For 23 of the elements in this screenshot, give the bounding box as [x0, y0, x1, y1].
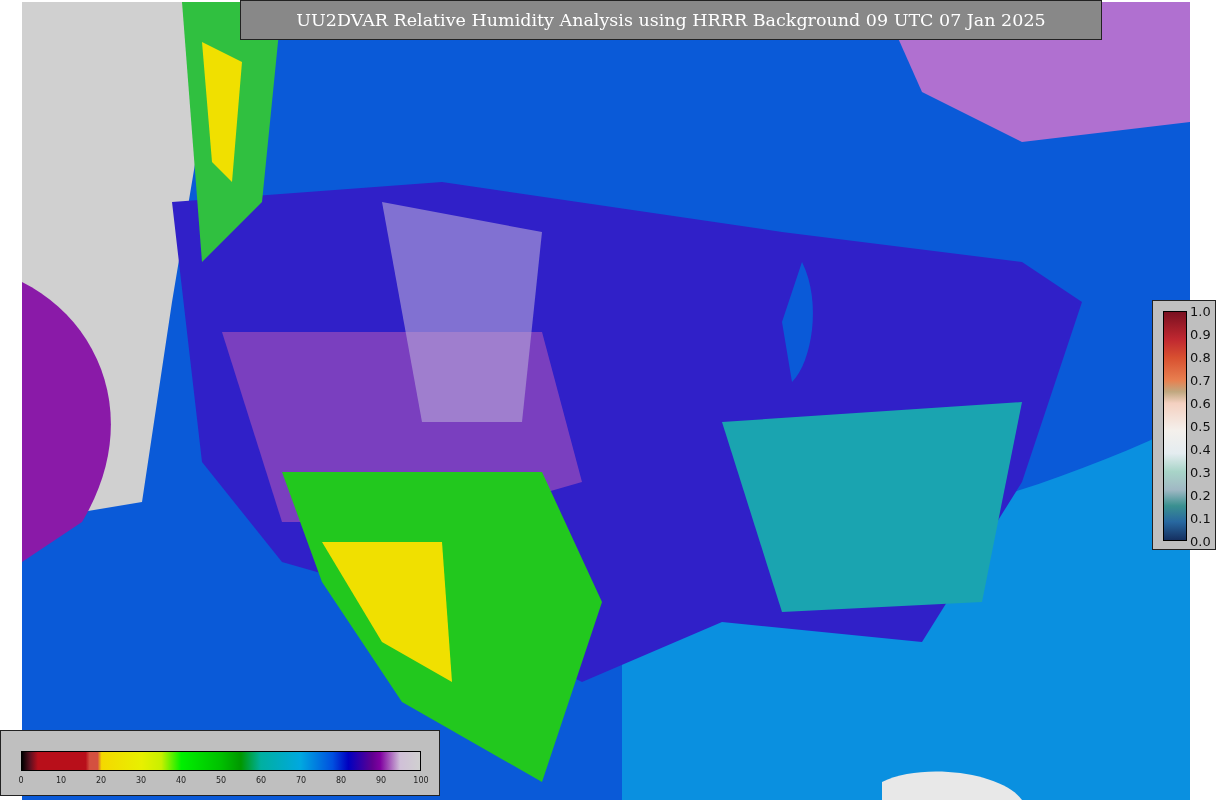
tick-label: 40 [175, 776, 187, 785]
tick-label: 0.8 [1190, 349, 1211, 365]
tick-label: 20 [95, 776, 107, 785]
tick-label: 0.1 [1190, 510, 1211, 526]
tick-label: 10 [55, 776, 67, 785]
tick-label: 70 [295, 776, 307, 785]
tick-label: 0.6 [1190, 395, 1211, 411]
tick-label: 0.3 [1190, 464, 1211, 480]
tick-label: 50 [215, 776, 227, 785]
tick-label: 30 [135, 776, 147, 785]
tick-label: 100 [413, 776, 429, 785]
tick-label: 0 [18, 776, 24, 785]
tick-label: 80 [335, 776, 347, 785]
tick-label: 0.2 [1190, 487, 1211, 503]
tick-label: 0.5 [1190, 418, 1211, 434]
tick-label: 0.4 [1190, 441, 1211, 457]
tick-label: 0.9 [1190, 326, 1211, 342]
map-title: UU2DVAR Relative Humidity Analysis using HRRR Background 09 UTC 07 Jan 2025 [240, 0, 1102, 40]
tick-label: 1.0 [1190, 303, 1211, 319]
tick-label: 0.0 [1190, 533, 1211, 549]
tick-label: 60 [255, 776, 267, 785]
tick-label: 90 [375, 776, 387, 785]
tick-label: 0.7 [1190, 372, 1211, 388]
